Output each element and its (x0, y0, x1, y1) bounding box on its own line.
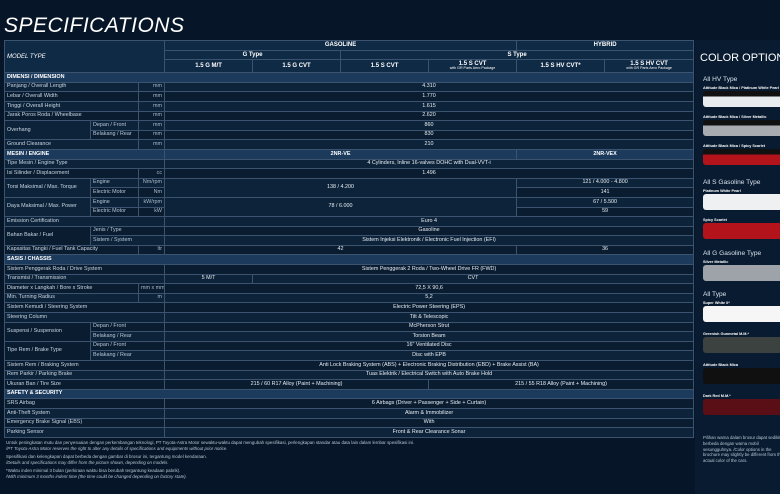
spec-row: Suspensi / Suspension Depan / Front McPher… (4, 321, 695, 342)
spec-row: Steering Column Tilt & Telescopic (3, 312, 695, 323)
spec-row: Sistem Penggerak Roda / Drive System Sist… (3, 264, 695, 275)
group-hv-type: All HV Type (703, 76, 738, 83)
spec-row: Jarak Poros Roda / Wheelbase mm 2.620 (4, 110, 695, 122)
color-options-title: COLOR OPTIONS (700, 52, 780, 64)
page-title: SPECIFICATIONS (4, 14, 185, 37)
swatch-name: Attitude Black Mica / Platinum White Pea… (703, 86, 779, 90)
g-type-header: G Type (164, 49, 342, 61)
variant-header: 1.5 S CVT with GR Parts Aero Package (428, 59, 518, 74)
car-swatch[interactable] (703, 91, 780, 107)
section-chassis: SASIS / CHASSIS (3, 254, 695, 266)
car-swatch[interactable] (703, 306, 780, 322)
car-swatch[interactable] (703, 337, 780, 353)
footnotes: Untuk peningkatan mutu dan penyesuaian d… (6, 440, 415, 479)
specifications-table: MODEL TYPE GASOLINE HYBRID G Type S Type… (3, 39, 695, 438)
spec-row: Sistem Rem / Braking System Anti Lock Bra… (3, 360, 695, 371)
car-swatch[interactable] (703, 194, 780, 210)
swatch-name: Platinum White Pearl (703, 189, 741, 193)
variant-header: 1.5 S HV CVT with GR Parts Aero Package (604, 59, 695, 74)
spec-row: Emergency Brake Signal (EBS) With (3, 417, 695, 429)
spec-row: SRS Airbag 6 Airbags (Driver + Passenger … (3, 398, 695, 409)
group-all-type: All Type (703, 291, 727, 298)
car-swatch[interactable] (703, 399, 780, 415)
variant-header: 1.5 S CVT (340, 59, 430, 74)
swatch-name: Attitude Black Mica / Spicy Scarlet (703, 144, 766, 148)
spec-row: Ukuran Ban / Tire Size 215 / 60 R17 Alloy… (3, 379, 695, 390)
spec-row: Parking Sensor Front & Rear Clearance Son… (3, 427, 695, 438)
group-g-gasoline: All G Gasoline Type (703, 250, 762, 257)
spec-row: Tinggi / Overall Height mm 1.615 (4, 100, 695, 112)
variant-header: 1.5 G M/T (164, 59, 254, 74)
spec-row: Panjang / Overall Length mm 4.310 (4, 81, 695, 93)
car-swatch[interactable] (703, 223, 780, 239)
spec-row: Overhang Depan / Front mm 860 (4, 120, 695, 141)
section-dimension: DIMENSI / DIMENSION (3, 72, 695, 83)
variant-header: 1.5 S HV CVT* (516, 59, 606, 74)
spec-row: Tipe Rem / Brake Type Depan / Front 16" Ve… (4, 340, 695, 362)
spec-row: Diameter x Langkah / Bore x Stroke mm x m… (4, 283, 695, 294)
spec-row: Ground Clearance mm 210 (4, 139, 695, 150)
model-type-header: MODEL TYPE (3, 39, 166, 74)
car-swatch[interactable] (703, 265, 780, 281)
swatch-name: Spicy Scarlet (703, 218, 727, 222)
gasoline-header: GASOLINE (164, 40, 518, 51)
spec-row: Belakang / Rear mm 830 (4, 129, 695, 141)
car-swatch[interactable] (703, 149, 780, 165)
swatch-name: Dark Red M.M.* (703, 394, 731, 398)
variant-header: 1.5 G CVT (252, 59, 342, 74)
section-safety: SAFETY & SECURITY (3, 388, 695, 400)
swatch-name: Super White II* (703, 301, 730, 305)
spec-row: Anti-Theft System Alarm & Immobilizer (3, 407, 695, 419)
spec-row: Rem Parkir / Parking Brake Tuas Elektrik … (3, 369, 695, 381)
spec-row: Belakang / Rear Torsion Beam (4, 331, 695, 342)
group-s-gasoline: All S Gasoline Type (703, 179, 761, 186)
color-note: Pilihan warna dalam brosur dapat sedikit… (703, 435, 780, 464)
spec-row: Bahan Bakar / Fuel Jenis / Type Gasoline (4, 225, 695, 246)
spec-row: Sistem / System Sistem Injeksi Elektronik… (4, 235, 695, 246)
swatch-name: Attitude Black Mica (703, 363, 739, 367)
spec-row: Min. Turning Radius m 5,2 (4, 292, 695, 304)
spec-row: Sistem Kemudi / Steering System Electric … (3, 302, 695, 314)
spec-row: Belakang / Rear Disc with EPB (4, 350, 695, 361)
spec-row: Emission Certification Euro 4 (3, 216, 695, 227)
car-swatch[interactable] (703, 368, 780, 384)
section-engine: MESIN / ENGINE 2NR-VE 2NR-VEX (3, 148, 695, 160)
spec-row: Daya Maksimal / Max. Power Engine kW/rpm 78… (4, 196, 695, 218)
spec-row: Lebar / Overall Width mm 1.770 (4, 91, 695, 102)
swatch-name: Greenish Gunmetal M.M.* (703, 332, 749, 336)
car-swatch[interactable] (703, 120, 780, 136)
spec-row: Kapasitas Tangki / Fuel Tank Capacity ltr… (4, 244, 695, 256)
spec-row: Isi Silinder / Displacement cc 1.496 (4, 168, 695, 179)
spec-row: Torsi Maksimal / Max. Torque Engine Nm/rpm… (4, 177, 695, 198)
s-type-header: S Type (340, 49, 695, 61)
swatch-name: Attitude Black Mica / Silver Metallic (703, 115, 767, 119)
color-options-panel: COLOR OPTIONS All HV Type Attitude Black… (695, 40, 780, 494)
hybrid-header: HYBRID (516, 40, 695, 51)
spec-row: Tipe Mesin / Engine Type 4 Cylinders, Inl… (3, 158, 695, 170)
spec-row: Transmisi / Transmission 5 M/T CVT (3, 273, 695, 285)
swatch-name: Silver Metallic (703, 260, 729, 264)
